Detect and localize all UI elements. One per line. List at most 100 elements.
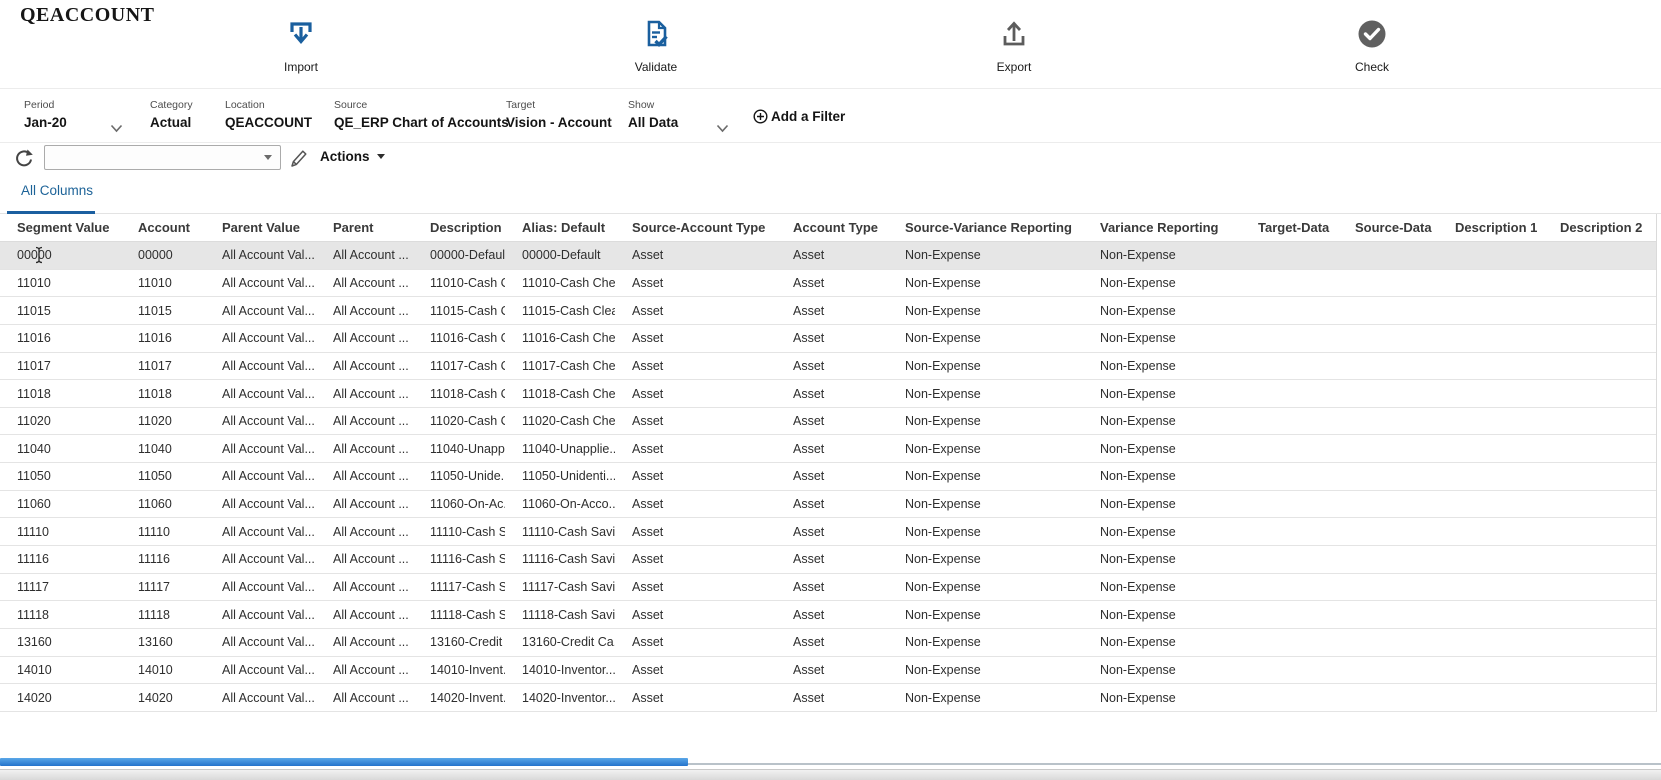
table-row[interactable]: 1111711117All Account Val...All Account … [0,574,1656,602]
table-cell: All Account Val... [205,635,316,649]
combobox-input[interactable] [45,151,264,165]
filter-location-value: QEACCOUNT [225,115,312,130]
table-cell: 11010-Cash C... [413,276,505,290]
filter-target[interactable]: Target Vision - Account [506,99,612,130]
filter-period[interactable]: Period Jan-20 [24,99,67,130]
table-cell: Asset [615,442,776,456]
table-row[interactable]: 1402014020All Account Val...All Account … [0,684,1656,712]
table-cell: Asset [615,552,776,566]
column-header-parent[interactable]: Parent [316,220,413,235]
table-row[interactable]: 1101611016All Account Val...All Account … [0,325,1656,353]
page-title: QEACCOUNT [20,4,155,27]
table-cell: All Account Val... [205,387,316,401]
table-cell: 00000 [121,248,205,262]
table-cell: 11118 [121,608,205,622]
table-cell: 11060 [0,497,121,511]
table-cell: 00000-Default [505,248,615,262]
add-filter-button[interactable]: Add a Filter [753,109,845,124]
table-cell: Non-Expense [888,469,1083,483]
table-cell: Non-Expense [1083,580,1241,594]
column-header-target-data[interactable]: Target-Data [1241,220,1338,235]
combobox-caret-icon[interactable] [264,155,272,160]
column-header-parent-value[interactable]: Parent Value [205,220,316,235]
export-button[interactable]: Export [954,16,1074,74]
chevron-down-icon[interactable] [716,120,729,138]
check-label: Check [1355,60,1389,74]
column-header-description[interactable]: Description [413,220,505,235]
table-cell: Non-Expense [888,552,1083,566]
table-cell: Asset [776,635,888,649]
column-header-account[interactable]: Account [121,220,205,235]
check-button[interactable]: Check [1312,16,1432,74]
check-icon [1356,16,1388,52]
data-select-combobox[interactable] [44,145,281,170]
filter-show[interactable]: Show All Data [628,99,678,130]
edit-pencil-icon[interactable] [288,147,308,174]
validate-button[interactable]: Validate [596,16,716,74]
table-cell: All Account ... [316,331,413,345]
table-cell: 11110-Cash Sa... [413,525,505,539]
table-row[interactable]: 1105011050All Account Val...All Account … [0,463,1656,491]
table-cell: Asset [615,497,776,511]
table-cell: 11050 [121,469,205,483]
table-row[interactable]: 1101711017All Account Val...All Account … [0,353,1656,381]
table-cell: 11016 [0,331,121,345]
tab-all-columns[interactable]: All Columns [21,183,93,198]
table-row[interactable]: 1101511015All Account Val...All Account … [0,297,1656,325]
filter-category-label: Category [150,99,193,111]
table-row[interactable]: 1401014010All Account Val...All Account … [0,657,1656,685]
column-header-source-variance-reporting[interactable]: Source-Variance Reporting [888,220,1083,235]
table-cell: All Account ... [316,414,413,428]
import-button[interactable]: Import [241,16,361,74]
table-cell: Non-Expense [888,608,1083,622]
table-cell: 11018-Cash C... [413,387,505,401]
filter-source[interactable]: Source QE_ERP Chart of Accounts [334,99,509,130]
table-row[interactable]: 1101811018All Account Val...All Account … [0,380,1656,408]
filter-category[interactable]: Category Actual [150,99,193,130]
table-row[interactable]: 1101011010All Account Val...All Account … [0,270,1656,298]
chevron-down-icon[interactable] [110,120,123,138]
table-cell: 11018-Cash Che... [505,387,615,401]
table-cell: Non-Expense [1083,276,1241,290]
actions-caret-icon [377,154,385,159]
table-row[interactable]: 1316013160All Account Val...All Account … [0,629,1656,657]
table-row[interactable]: 1104011040All Account Val...All Account … [0,435,1656,463]
table-row[interactable]: 1111011110All Account Val...All Account … [0,518,1656,546]
column-header-alias-default[interactable]: Alias: Default [505,220,615,235]
table-cell: 11015 [121,304,205,318]
table-row[interactable]: 1111611116All Account Val...All Account … [0,546,1656,574]
table-cell: 11016-Cash C... [413,331,505,345]
column-header-source-data[interactable]: Source-Data [1338,220,1438,235]
table-row[interactable]: 1106011060All Account Val...All Account … [0,491,1656,519]
table-cell: Asset [776,276,888,290]
column-header-source-account-type[interactable]: Source-Account Type [615,220,776,235]
filter-location[interactable]: Location QEACCOUNT [225,99,312,130]
column-header-variance-reporting[interactable]: Variance Reporting [1083,220,1241,235]
column-header-account-type[interactable]: Account Type [776,220,888,235]
table-cell: 11018 [0,387,121,401]
filter-show-label: Show [628,99,678,111]
table-cell: Asset [776,387,888,401]
table-cell: All Account ... [316,552,413,566]
refresh-icon[interactable] [13,148,35,175]
table-cell: 14020 [0,691,121,705]
table-cell: All Account ... [316,442,413,456]
column-header-segment-value[interactable]: Segment Value [0,220,121,235]
table-cell: 11050 [0,469,121,483]
column-header-description-2[interactable]: Description 2 [1543,220,1661,235]
table-cell: All Account ... [316,248,413,262]
import-icon [285,16,317,52]
table-cell: Asset [776,469,888,483]
table-cell: Asset [615,525,776,539]
table-row[interactable]: 1111811118All Account Val...All Account … [0,601,1656,629]
add-filter-label: Add a Filter [771,109,845,124]
table-row[interactable]: 0000000000All Account Val...All Account … [0,242,1656,270]
table-cell: Asset [776,552,888,566]
filter-period-value: Jan-20 [24,115,67,130]
table-cell: All Account Val... [205,304,316,318]
table-row[interactable]: 1102011020All Account Val...All Account … [0,408,1656,436]
actions-menu-button[interactable]: Actions [320,149,385,164]
column-header-description-1[interactable]: Description 1 [1438,220,1543,235]
horizontal-scrollbar-thumb[interactable] [0,758,688,766]
table-cell: All Account Val... [205,469,316,483]
